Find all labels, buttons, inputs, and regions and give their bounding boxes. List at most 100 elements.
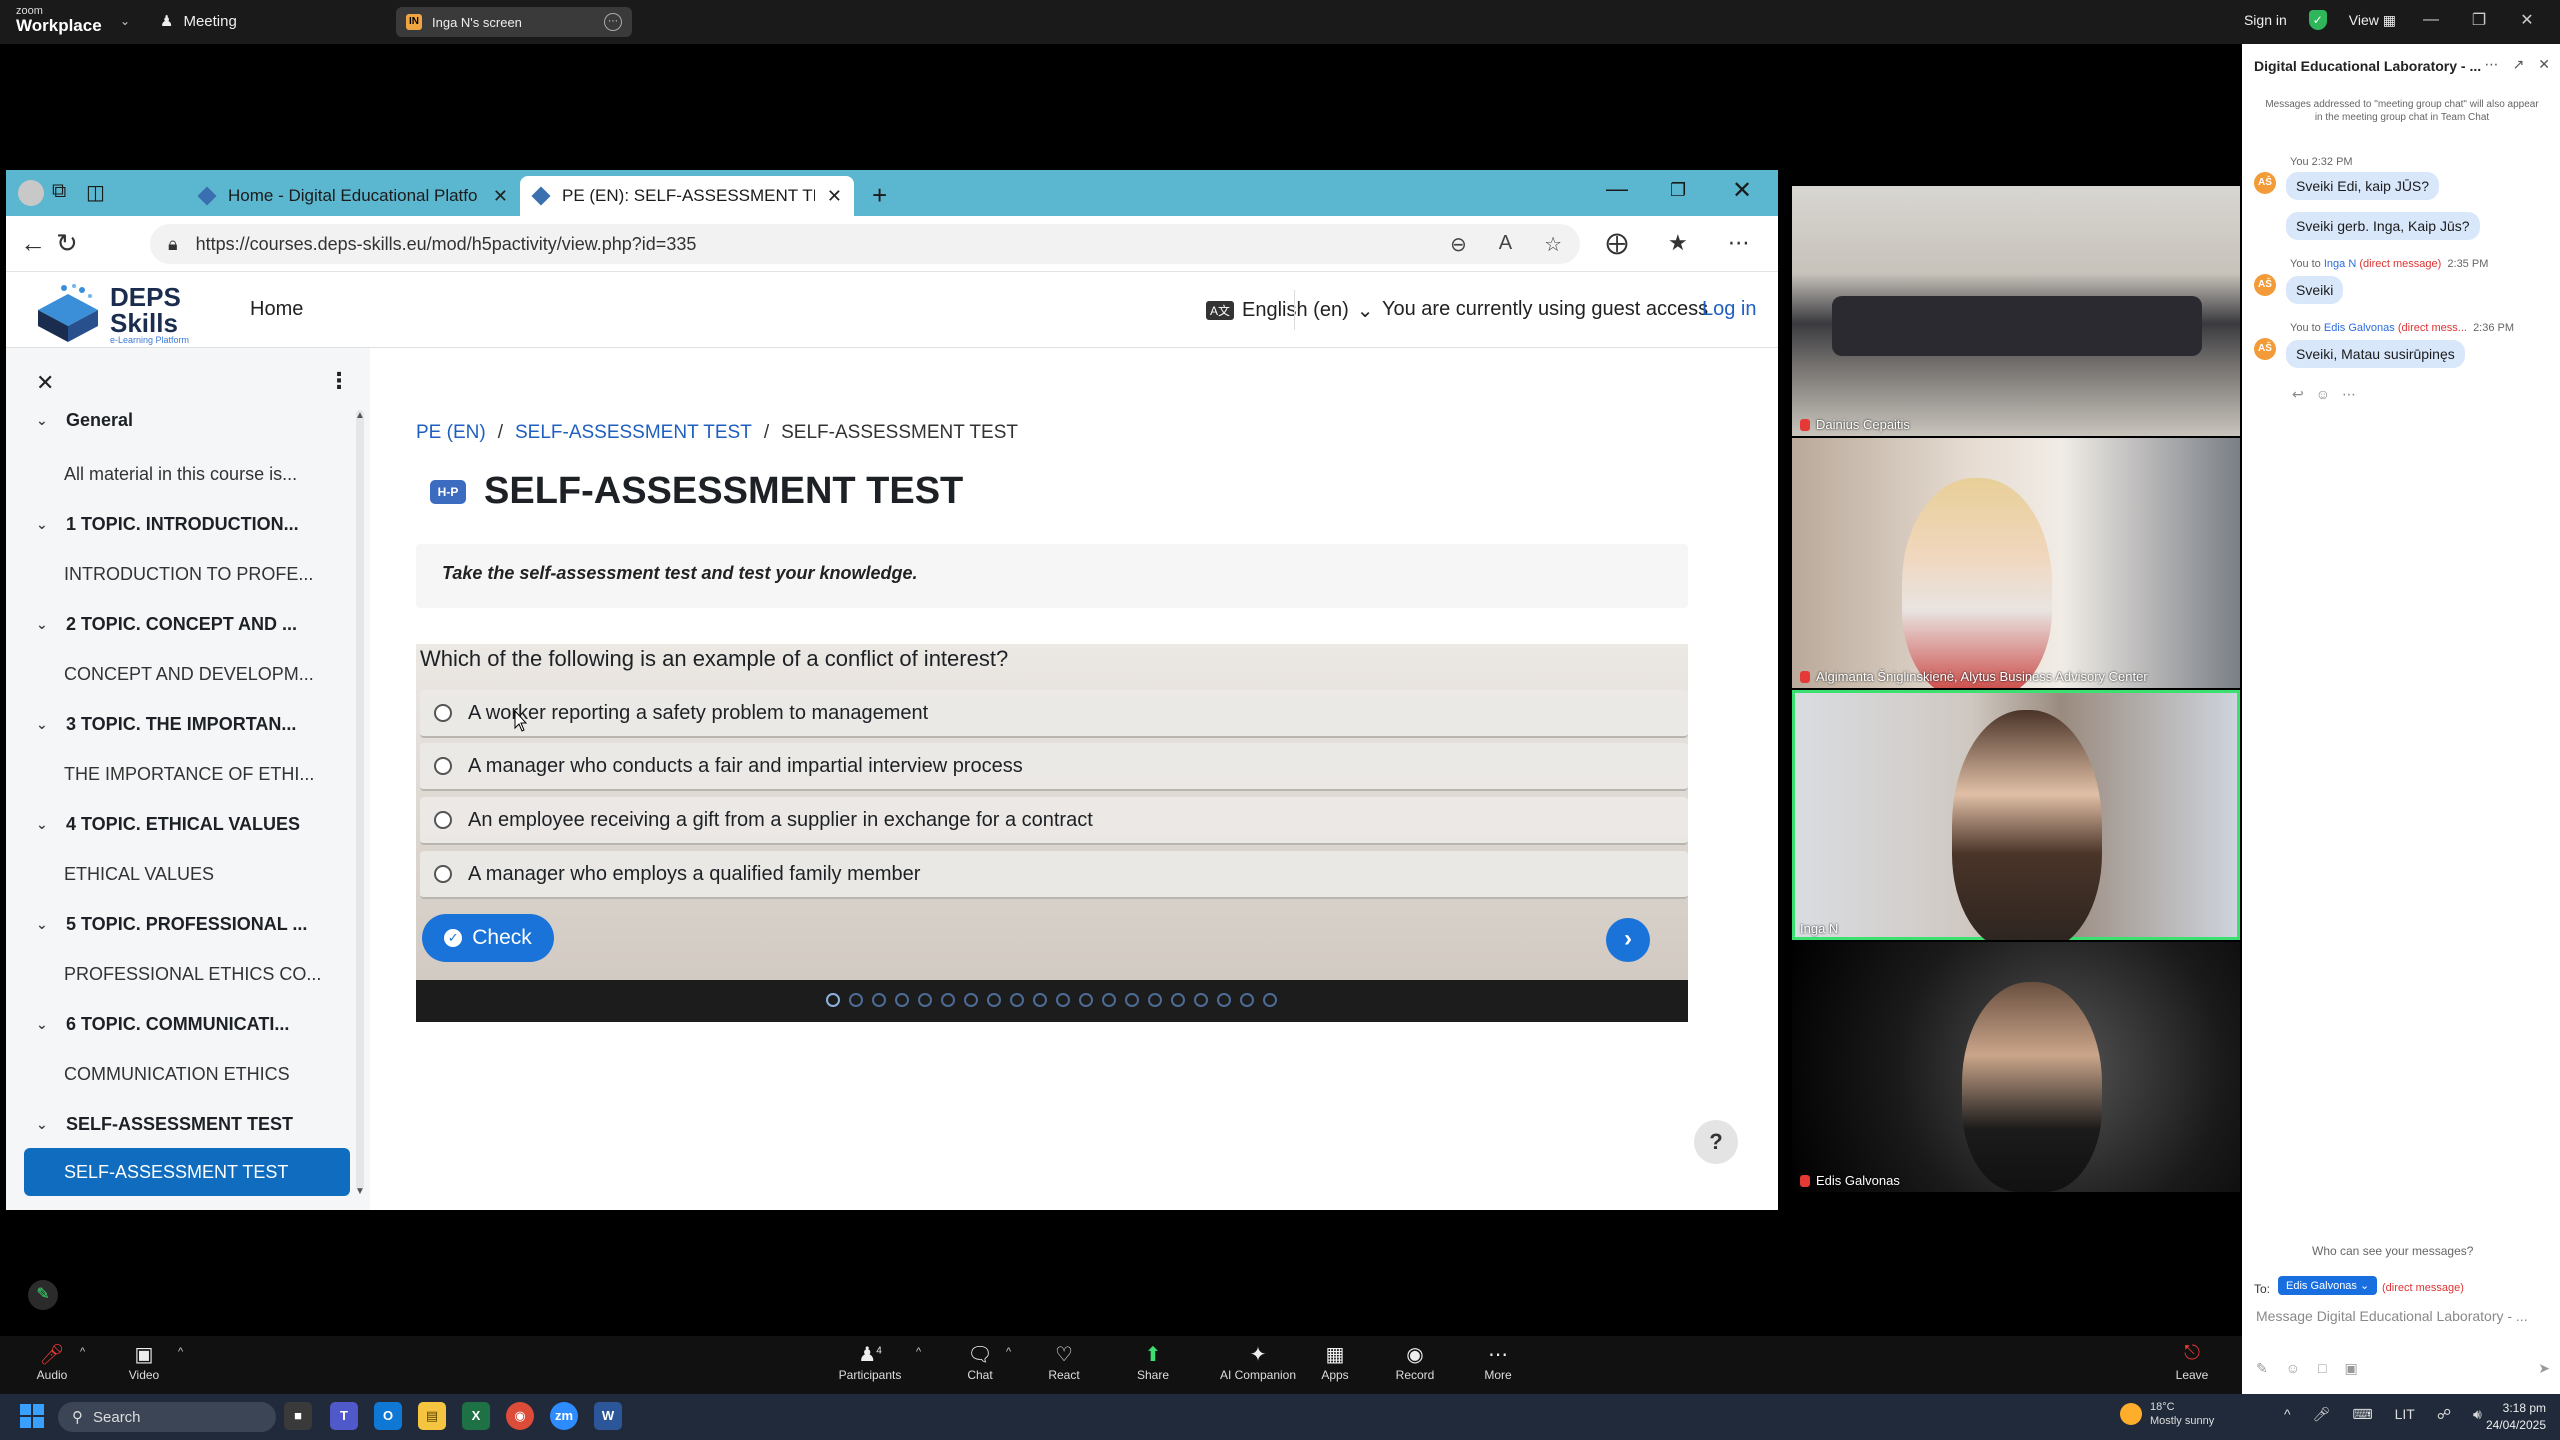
deps-wordmark[interactable]: DEPS Skills e-Learning Platform [110,284,189,345]
sidebar-item[interactable]: ETHICAL VALUES [64,864,214,885]
task-view-icon[interactable]: ■ [284,1402,312,1430]
chat-message[interactable]: Sveiki, Matau susirūpinęs [2286,340,2465,368]
reply-icon[interactable]: ↩ [2292,386,2304,403]
minimize-icon[interactable]: — [1606,176,1628,202]
breadcrumb-link[interactable]: SELF-ASSESSMENT TEST [515,422,752,444]
participants-button[interactable]: ♟4 Participants [830,1342,910,1382]
help-button[interactable]: ? [1694,1120,1738,1164]
screen-share-indicator[interactable]: IN Inga N's screen ⋯ [396,7,632,37]
refresh-icon[interactable]: ↻ [56,228,78,259]
taskbar-search[interactable]: ⚲ Search [58,1402,276,1432]
chrome-icon[interactable]: ◉ [506,1402,534,1430]
excel-icon[interactable]: X [462,1402,490,1430]
progress-dot[interactable] [1102,993,1116,1007]
progress-dot[interactable] [1148,993,1162,1007]
extensions-icon[interactable]: ⨁ [1606,230,1628,256]
close-drawer-icon[interactable]: ✕ [36,370,54,396]
progress-dot[interactable] [1263,993,1277,1007]
view-button[interactable]: View ▦ [2349,12,2396,29]
sidebar-section-topic2[interactable]: ⌄ 2 TOPIC. CONCEPT AND ... [36,614,297,635]
sidebar-item[interactable]: All material in this course is... [64,464,297,485]
tab-actions-icon[interactable]: ◫ [86,180,112,206]
answer-option-4[interactable]: A manager who employs a qualified family… [420,851,1688,899]
sidebar-item[interactable]: INTRODUCTION TO PROFE... [64,564,313,585]
chevron-up-icon[interactable]: ^ [1006,1346,1011,1358]
emoji-icon[interactable]: ☺ [2286,1360,2300,1377]
file-icon[interactable]: □ [2318,1360,2326,1377]
breadcrumb-link[interactable]: PE (EN) [416,422,486,444]
sidebar-section-topic1[interactable]: ⌄ 1 TOPIC. INTRODUCTION... [36,514,299,535]
progress-dot[interactable] [1217,993,1231,1007]
chat-message-input[interactable]: Message Digital Educational Laboratory -… [2256,1308,2546,1324]
close-icon[interactable]: ✕ [1732,176,1752,205]
favorites-icon[interactable]: ★ [1668,230,1688,256]
progress-dot[interactable] [895,993,909,1007]
scroll-down-icon[interactable]: ▼ [355,1186,365,1197]
deps-logo-icon[interactable] [28,280,118,342]
progress-dot[interactable] [1171,993,1185,1007]
video-tile-dainius[interactable]: Dainius Cepaitis [1792,186,2240,436]
sidebar-item[interactable]: CONCEPT AND DEVELOPM... [64,664,314,685]
chevron-up-icon[interactable]: ^ [80,1346,85,1358]
more-icon[interactable]: ⋯ [2342,386,2356,403]
sign-in-link[interactable]: Sign in [2244,12,2287,28]
new-tab-icon[interactable]: + [872,180,887,211]
progress-dot[interactable] [872,993,886,1007]
restore-icon[interactable]: ❐ [2466,10,2492,30]
drawer-menu-icon[interactable]: ⋮ [328,368,350,394]
close-tab-icon[interactable]: ✕ [493,186,508,207]
check-button[interactable]: ✓ Check [422,914,554,962]
sidebar-item[interactable]: THE IMPORTANCE OF ETHI... [64,764,314,785]
word-icon[interactable]: W [594,1402,622,1430]
progress-dot[interactable] [1010,993,1024,1007]
emoji-icon[interactable]: ☺ [2316,386,2330,403]
weather-widget[interactable]: 18°C Mostly sunny [2120,1400,2214,1429]
who-can-see-link[interactable]: Who can see your messages? [2312,1244,2473,1258]
video-tile-algimanta[interactable]: Algimanta Šniglinskienė, Alytus Business… [1792,438,2240,688]
leave-button[interactable]: ⎋ Leave [2152,1342,2232,1382]
progress-dot[interactable] [1033,993,1047,1007]
more-icon[interactable]: ⋯ [604,13,622,31]
sidebar-section-topic5[interactable]: ⌄ 5 TOPIC. PROFESSIONAL ... [36,914,307,935]
video-tile-inga-active-speaker[interactable]: Inga N [1792,690,2240,940]
pop-out-icon[interactable]: ↗ [2513,56,2525,73]
sidebar-section-topic6[interactable]: ⌄ 6 TOPIC. COMMUNICATI... [36,1014,289,1035]
restore-icon[interactable]: ❐ [1670,180,1686,201]
progress-dot[interactable] [941,993,955,1007]
microphone-icon[interactable]: 🎤︎ [2313,1406,2331,1423]
ai-companion-button[interactable]: ✦ AI Companion [1208,1342,1308,1382]
progress-dot[interactable] [1079,993,1093,1007]
menu-dots-icon[interactable]: ⋯ [1728,230,1750,256]
lock-icon[interactable]: 🔒︎ [168,234,178,255]
apps-button[interactable]: ▦ Apps [1295,1342,1375,1382]
scroll-up-icon[interactable]: ▲ [355,410,365,421]
chat-message[interactable]: Sveiki gerb. Inga, Kaip Jūs? [2286,212,2480,240]
sidebar-section-general[interactable]: ⌄ General [36,410,133,431]
taskbar-clock[interactable]: 3:18 pm 24/04/2025 [2476,1400,2546,1434]
tab-home[interactable]: Home - Digital Educational Platfo ✕ [186,176,520,216]
sidebar-section-self-assessment[interactable]: ⌄ SELF-ASSESSMENT TEST [36,1114,293,1135]
send-icon[interactable]: ➤ [2538,1360,2550,1377]
keyboard-icon[interactable]: ⌨ [2352,1406,2372,1423]
nav-home[interactable]: Home [250,298,303,321]
format-icon[interactable]: ✎ [2256,1360,2268,1377]
sidebar-section-topic3[interactable]: ⌄ 3 TOPIC. THE IMPORTAN... [36,714,296,735]
meeting-menu[interactable]: ♟ Meeting [160,12,237,31]
zoom-out-icon[interactable]: ⊖ [1450,232,1467,257]
annotate-pencil-icon[interactable]: ✎ [28,1280,58,1310]
recipient-dropdown[interactable]: Edis Galvonas ⌄ [2278,1276,2378,1295]
workspaces-icon[interactable]: ⧉ [52,180,78,206]
radio-button[interactable] [434,811,452,829]
login-link[interactable]: Log in [1702,298,1757,321]
profile-icon[interactable] [18,180,44,206]
language-selector[interactable]: A文 English (en) ⌄ [1206,298,1374,323]
radio-button[interactable] [434,757,452,775]
progress-dot[interactable] [1125,993,1139,1007]
chevron-up-icon[interactable]: ^ [178,1346,183,1358]
teams-icon[interactable]: T [330,1402,358,1430]
chat-message[interactable]: Sveiki Edi, kaip JŪS? [2286,172,2440,200]
tab-self-assessment[interactable]: PE (EN): SELF-ASSESSMENT TEST ✕ [520,176,854,216]
progress-dot[interactable] [1056,993,1070,1007]
favorite-star-icon[interactable]: ☆ [1544,232,1562,257]
chevron-down-icon[interactable]: ⌄ [120,14,130,28]
